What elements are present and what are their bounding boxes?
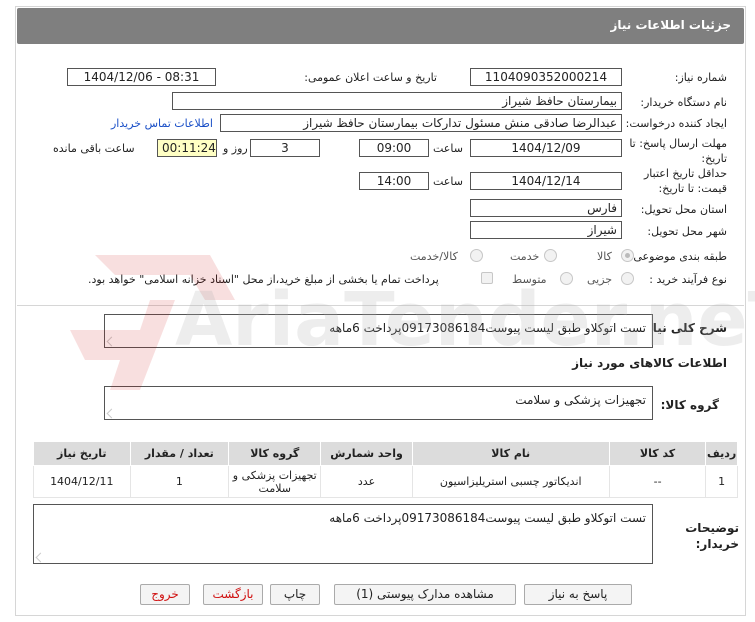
- page-title: جزئیات اطلاعات نیاز: [610, 18, 731, 32]
- items-table: ردیف کد کالا نام کالا واحد شمارش گروه کا…: [33, 441, 738, 498]
- treasury-checkbox[interactable]: [481, 272, 493, 284]
- category-option-service: خدمت: [510, 250, 540, 263]
- print-button[interactable]: چاپ: [270, 584, 320, 605]
- buyer-label: نام دستگاه خریدار:: [640, 96, 727, 109]
- back-button[interactable]: بازگشت: [203, 584, 263, 605]
- cell-qty: 1: [129, 465, 230, 498]
- section-divider: [17, 305, 744, 306]
- buyer-notes-label-2: خریدار:: [695, 537, 739, 551]
- city-label: شهر محل تحویل:: [647, 225, 727, 238]
- goods-group-text: تجهیزات پزشکی و سلامت: [515, 393, 646, 407]
- buyer-contact-link[interactable]: اطلاعات تماس خریدار: [111, 117, 213, 130]
- cell-code: --: [608, 465, 707, 498]
- validity-date-field[interactable]: 1404/12/14: [470, 172, 622, 190]
- buyer-notes-label-1: توضیحات: [685, 521, 739, 535]
- col-header-qty: تعداد / مقدار: [129, 441, 230, 466]
- col-header-unit: واحد شمارش: [320, 441, 413, 466]
- title-bar: جزئیات اطلاعات نیاز: [17, 8, 744, 44]
- process-label: نوع فرآیند خرید :: [649, 273, 727, 286]
- process-radio-medium[interactable]: [560, 272, 573, 285]
- category-radio-both[interactable]: [470, 249, 483, 262]
- need-number-label: شماره نیاز:: [674, 71, 727, 84]
- general-desc-text: تست اتوکلاو طبق لیست پیوست09173086184پرد…: [329, 321, 646, 335]
- creator-field[interactable]: عبدالرضا صادقی منش مسئول تداركات بيمارست…: [220, 114, 622, 132]
- goods-group-field[interactable]: تجهیزات پزشکی و سلامت: [104, 386, 653, 420]
- deadline-label: مهلت ارسال پاسخ: تا تاریخ:: [629, 137, 727, 165]
- deadline-days-label: روز و: [223, 142, 248, 155]
- validity-time-label: ساعت: [433, 175, 463, 188]
- resize-grip-icon[interactable]: [35, 552, 46, 563]
- table-header-row: ردیف کد کالا نام کالا واحد شمارش گروه کا…: [33, 441, 738, 466]
- exit-button[interactable]: خروج: [140, 584, 190, 605]
- validity-label-2: قیمت: تا تاریخ:: [658, 182, 727, 195]
- cell-date: 1404/12/11: [33, 465, 131, 498]
- announce-field[interactable]: 1404/12/06 - 08:31: [67, 68, 216, 86]
- col-header-code: کد کالا: [608, 441, 707, 466]
- general-desc-field[interactable]: تست اتوکلاو طبق لیست پیوست09173086184پرد…: [104, 314, 653, 348]
- reply-button[interactable]: پاسخ به نیاز: [524, 584, 632, 605]
- province-label: استان محل تحویل:: [640, 203, 727, 216]
- resize-grip-icon[interactable]: [106, 336, 117, 347]
- need-number-field[interactable]: 1104090352000214: [470, 68, 622, 86]
- cell-group: تجهیزات پزشکی و سلامت: [228, 465, 322, 498]
- category-option-both: کالا/خدمت: [410, 250, 458, 263]
- validity-time-field[interactable]: 14:00: [359, 172, 429, 190]
- table-row[interactable]: 1 -- اندیکاتور چسبی استریلیزاسیون عدد تج…: [33, 465, 738, 498]
- city-field[interactable]: شیراز: [470, 221, 622, 239]
- buyer-notes-text: تست اتوکلاو طبق لیست پیوست09173086184پرد…: [329, 511, 646, 525]
- validity-label-1: حداقل تاریخ اعتبار: [643, 167, 727, 180]
- treasury-note: پرداخت تمام یا بخشی از مبلغ خرید،از محل …: [88, 273, 439, 286]
- view-docs-button[interactable]: مشاهده مدارک پیوستی (1): [334, 584, 516, 605]
- col-header-row: ردیف: [705, 441, 738, 466]
- category-radio-service[interactable]: [544, 249, 557, 262]
- category-radio-goods[interactable]: [621, 249, 634, 262]
- col-header-date: تاریخ نیاز: [33, 441, 131, 466]
- remaining-time-field: 00:11:24: [157, 139, 217, 157]
- cell-row: 1: [705, 465, 738, 498]
- col-header-name: نام کالا: [411, 441, 610, 466]
- deadline-time-label: ساعت: [433, 142, 463, 155]
- remaining-time-label: ساعت باقی مانده: [53, 142, 135, 155]
- deadline-date-field[interactable]: 1404/12/09: [470, 139, 622, 157]
- goods-info-title: اطلاعات کالاهای مورد نیاز: [572, 356, 727, 370]
- process-option-minor: جزیی: [587, 273, 613, 286]
- category-label: طبقه بندی موضوعی:: [629, 250, 727, 263]
- province-field[interactable]: فارس: [470, 199, 622, 217]
- category-option-goods: کالا: [597, 250, 612, 263]
- process-option-medium: متوسط: [512, 273, 547, 286]
- buyer-notes-field[interactable]: تست اتوکلاو طبق لیست پیوست09173086184پرد…: [33, 504, 653, 564]
- creator-label: ایجاد کننده درخواست:: [625, 117, 727, 130]
- cell-name: اندیکاتور چسبی استریلیزاسیون: [411, 465, 610, 498]
- cell-unit: عدد: [320, 465, 413, 498]
- general-desc-label: شرح کلی نیاز:: [641, 321, 727, 335]
- goods-group-label: گروه کالا:: [660, 398, 719, 412]
- resize-grip-icon[interactable]: [106, 408, 117, 419]
- buyer-field[interactable]: بیمارستان حافظ شیراز: [172, 92, 622, 110]
- process-radio-minor[interactable]: [621, 272, 634, 285]
- deadline-days-field[interactable]: 3: [250, 139, 320, 157]
- col-header-group: گروه کالا: [228, 441, 322, 466]
- announce-label: تاریخ و ساعت اعلان عمومی:: [304, 71, 437, 84]
- deadline-time-field[interactable]: 09:00: [359, 139, 429, 157]
